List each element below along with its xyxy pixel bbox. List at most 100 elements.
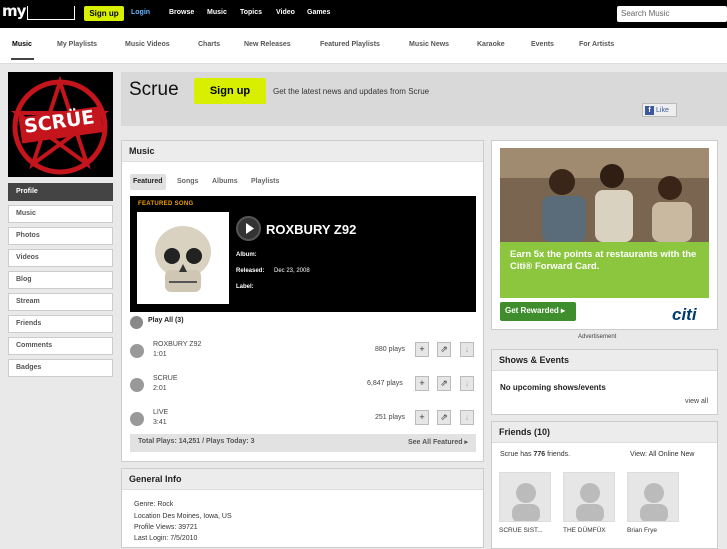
track-row: ROXBURY Z92 1:01 880 plays + ⇗ ↓: [130, 337, 476, 367]
view-all-shows-link[interactable]: view all: [685, 398, 708, 405]
track-plays: 6,847 plays: [367, 380, 403, 387]
track-row: SCRUE 2:01 6,847 plays + ⇗ ↓: [130, 371, 476, 401]
view-online-link[interactable]: Online: [658, 451, 678, 458]
friends-heading: Friends (10): [492, 422, 717, 443]
music-subnav: Music My Playlists Music Videos Charts N…: [0, 28, 727, 64]
profile-header: Scrue Sign up Get the latest news and up…: [121, 72, 727, 126]
subnav-for-artists[interactable]: For Artists: [579, 41, 614, 48]
track-play-button[interactable]: [130, 344, 144, 358]
track-duration: 1:01: [153, 351, 167, 358]
sidebar-item-photos[interactable]: Photos: [8, 227, 113, 245]
subnav-featured-playlists[interactable]: Featured Playlists: [320, 41, 380, 48]
default-avatar-icon: [512, 483, 540, 521]
no-shows-text: No upcoming shows/events: [500, 383, 606, 392]
subnav-my-playlists[interactable]: My Playlists: [57, 41, 97, 48]
friend-name[interactable]: Brian Frye: [627, 527, 657, 534]
nav-topics[interactable]: Topics: [240, 9, 262, 16]
signup-button[interactable]: Sign up: [84, 6, 124, 21]
download-icon[interactable]: ↓: [460, 376, 474, 391]
subnav-karaoke[interactable]: Karaoke: [477, 41, 505, 48]
track-row: LIVE 3:41 251 plays + ⇗ ↓: [130, 405, 476, 435]
friend-name[interactable]: THE DÜMFÜX: [563, 527, 606, 534]
total-plays-text: Total Plays: 14,251 / Plays Today: 3: [138, 438, 255, 445]
track-play-button[interactable]: [130, 412, 144, 426]
subnav-charts[interactable]: Charts: [198, 41, 220, 48]
profile-signup-button[interactable]: Sign up: [194, 78, 266, 104]
facebook-icon: f: [645, 106, 654, 115]
sidebar-item-profile[interactable]: Profile: [8, 183, 113, 201]
sidebar-item-badges[interactable]: Badges: [8, 359, 113, 377]
subnav-music-news[interactable]: Music News: [409, 41, 449, 48]
ad-people-image-icon: [500, 148, 709, 242]
nav-video[interactable]: Video: [276, 9, 295, 16]
friends-count-prefix: Scrue has: [500, 451, 534, 458]
share-icon[interactable]: ⇗: [437, 342, 451, 357]
sidebar-item-blog[interactable]: Blog: [8, 271, 113, 289]
add-to-playlist-icon[interactable]: +: [415, 410, 429, 425]
add-to-playlist-icon[interactable]: +: [415, 376, 429, 391]
sidebar-item-videos[interactable]: Videos: [8, 249, 113, 267]
friend-name[interactable]: SCRUE SIST...: [499, 527, 543, 534]
myspace-logo[interactable]: my: [2, 2, 26, 20]
music-heading: Music: [122, 141, 483, 162]
download-icon[interactable]: ↓: [460, 410, 474, 425]
featured-song-title: ROXBURY Z92: [266, 222, 357, 237]
tab-songs[interactable]: Songs: [174, 174, 201, 190]
add-to-playlist-icon[interactable]: +: [415, 342, 429, 357]
tab-playlists[interactable]: Playlists: [248, 174, 282, 190]
view-all-link[interactable]: All: [649, 451, 657, 458]
tab-albums[interactable]: Albums: [209, 174, 241, 190]
track-name[interactable]: LIVE: [153, 409, 168, 416]
friend-avatar[interactable]: [563, 472, 615, 522]
sidebar-item-friends[interactable]: Friends: [8, 315, 113, 333]
featured-song: FEATURED SONG ROXBURY Z92 Album: Release…: [130, 196, 476, 312]
friend-avatar[interactable]: [627, 472, 679, 522]
friends-count-suffix: friends.: [545, 451, 571, 458]
play-totals: Total Plays: 14,251 / Plays Today: 3 See…: [130, 434, 476, 452]
track-duration: 2:01: [153, 385, 167, 392]
track-plays: 251 plays: [375, 414, 405, 421]
ad-cta-button[interactable]: Get Rewarded ▸: [500, 302, 576, 321]
view-new-link[interactable]: New: [680, 451, 694, 458]
featured-play-button[interactable]: [236, 216, 261, 241]
subnav-events[interactable]: Events: [531, 41, 554, 48]
track-plays: 880 plays: [375, 346, 405, 353]
advertisement[interactable]: Earn 5x the points at restaurants with t…: [500, 148, 709, 328]
album-cover[interactable]: [137, 212, 229, 304]
see-all-featured-link[interactable]: See All Featured ▸: [408, 438, 468, 446]
share-icon[interactable]: ⇗: [437, 410, 451, 425]
track-duration: 3:41: [153, 419, 167, 426]
friend-avatar[interactable]: [499, 472, 551, 522]
nav-games[interactable]: Games: [307, 9, 330, 16]
track-name[interactable]: ROXBURY Z92: [153, 341, 201, 348]
play-all-icon[interactable]: [130, 316, 143, 329]
released-value: Dec 23, 2008: [274, 268, 310, 274]
download-icon[interactable]: ↓: [460, 342, 474, 357]
nav-music[interactable]: Music: [207, 9, 227, 16]
default-avatar-icon: [576, 483, 604, 521]
view-label: View:: [630, 451, 647, 458]
sidebar-item-music[interactable]: Music: [8, 205, 113, 223]
sidebar-item-comments[interactable]: Comments: [8, 337, 113, 355]
subnav-new-releases[interactable]: New Releases: [244, 41, 291, 48]
subnav-music[interactable]: Music: [12, 41, 32, 48]
sidebar-item-stream[interactable]: Stream: [8, 293, 113, 311]
released-label: Released:: [236, 268, 265, 274]
tab-featured[interactable]: Featured: [130, 174, 166, 190]
friends-count-text: Scrue has 776 friends.: [500, 451, 570, 458]
profile-name: Scrue: [129, 79, 179, 100]
last-login-text: Last Login: 7/5/2010: [134, 535, 198, 542]
subnav-music-videos[interactable]: Music Videos: [125, 41, 170, 48]
play-icon: [246, 223, 254, 234]
nav-browse[interactable]: Browse: [169, 9, 194, 16]
facebook-like-button[interactable]: f Like: [642, 103, 677, 117]
search-input[interactable]: Search Music: [617, 6, 727, 22]
login-link[interactable]: Login: [131, 9, 150, 16]
share-icon[interactable]: ⇗: [437, 376, 451, 391]
track-name[interactable]: SCRUE: [153, 375, 178, 382]
profile-avatar[interactable]: SCRÜE: [8, 72, 113, 177]
track-play-button[interactable]: [130, 378, 144, 392]
profile-views-text: Profile Views: 39721: [134, 524, 198, 531]
play-all-link[interactable]: Play All (3): [148, 317, 184, 324]
shows-heading: Shows & Events: [492, 350, 717, 371]
